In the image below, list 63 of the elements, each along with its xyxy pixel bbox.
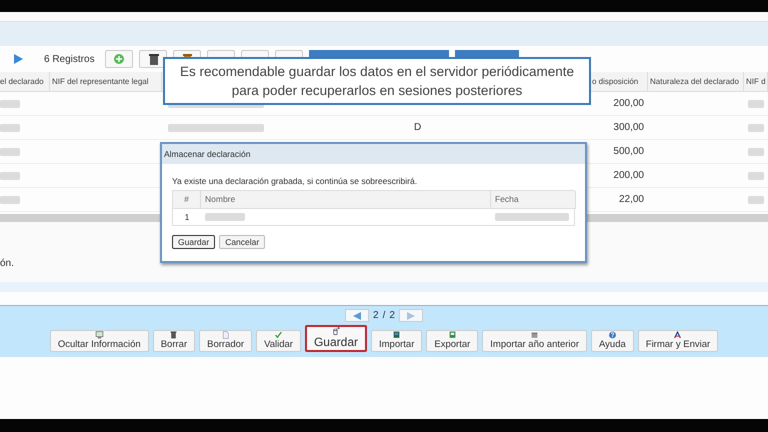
redacted-block — [0, 100, 20, 108]
action-button[interactable]: Borrar — [152, 330, 196, 352]
page-total: 2 — [389, 310, 395, 321]
action-button[interactable]: Ocultar Información — [50, 330, 149, 352]
table-cell: 200,00 — [613, 98, 644, 109]
add-button[interactable] — [104, 50, 133, 68]
next-button[interactable] — [398, 309, 423, 322]
table-cell: 500,00 — [613, 146, 644, 157]
action-button[interactable]: Ayuda — [591, 330, 634, 352]
column-header: Nombre — [201, 191, 491, 208]
redacted-block — [748, 124, 764, 132]
column-header: # — [173, 191, 201, 208]
delete-button[interactable] — [138, 50, 167, 68]
redacted-block — [205, 213, 245, 221]
redacted-block — [748, 172, 764, 180]
column-header: NIF d — [744, 72, 768, 92]
action-button[interactable]: Exportar — [426, 330, 478, 352]
check-icon — [274, 331, 284, 339]
previous-button[interactable] — [345, 309, 370, 322]
action-button[interactable]: Firmar y Enviar — [638, 330, 718, 352]
action-button[interactable]: Importar año anterior — [482, 330, 587, 352]
dialog-button[interactable]: Cancelar — [219, 235, 266, 249]
dialog-title: Almacenar declaración — [162, 144, 585, 164]
left-arrow-icon — [352, 310, 362, 320]
redacted-block — [748, 196, 764, 204]
column-header: el declarado — [0, 72, 50, 92]
add-icon — [112, 53, 125, 65]
action-button[interactable]: Importar — [371, 330, 422, 352]
table-cell: 300,00 — [613, 122, 644, 133]
redacted-block — [0, 172, 20, 180]
table-cell: 200,00 — [613, 170, 644, 181]
column-header: Naturaleza del declarado — [648, 72, 744, 92]
column-header: Fecha — [491, 191, 576, 208]
right-arrow-icon — [406, 310, 416, 320]
monitor-icon — [94, 331, 104, 339]
redacted-block — [0, 196, 20, 204]
table-cell: 22,00 — [618, 194, 644, 205]
trash-icon — [146, 53, 159, 65]
signature-icon — [673, 331, 682, 339]
table-cell: 1 — [173, 208, 201, 225]
footer-text: ón. — [0, 258, 14, 269]
action-button[interactable]: Borrador — [199, 330, 252, 352]
dialog-button[interactable]: Guardar — [172, 235, 216, 249]
redacted-block — [748, 148, 764, 156]
redacted-block — [0, 148, 20, 156]
page-separator: / — [382, 310, 386, 321]
document-icon — [221, 331, 230, 339]
column-header: NIF del representante legal — [50, 72, 162, 92]
play-icon — [12, 53, 24, 65]
action-button[interactable]: Validar — [256, 330, 301, 352]
dialog-message: Ya existe una declaración grabada, si continúa se sobreescribirá. — [172, 176, 418, 186]
export-icon — [448, 331, 457, 339]
record-count: 6 Registros — [44, 54, 95, 64]
page-number: 2 — [373, 310, 379, 321]
trash-icon — [169, 331, 178, 339]
help-icon — [608, 331, 617, 339]
archive-icon — [530, 331, 540, 339]
redacted-block — [748, 100, 764, 108]
import-icon — [392, 331, 402, 339]
table-cell: D — [414, 122, 422, 133]
action-button[interactable]: Guardar — [304, 325, 367, 352]
tooltip: Es recomendable guardar los datos en el servidor periódicamente para poder recuperarlos en sesiones posteriores — [163, 57, 591, 105]
redacted-block — [0, 124, 20, 132]
